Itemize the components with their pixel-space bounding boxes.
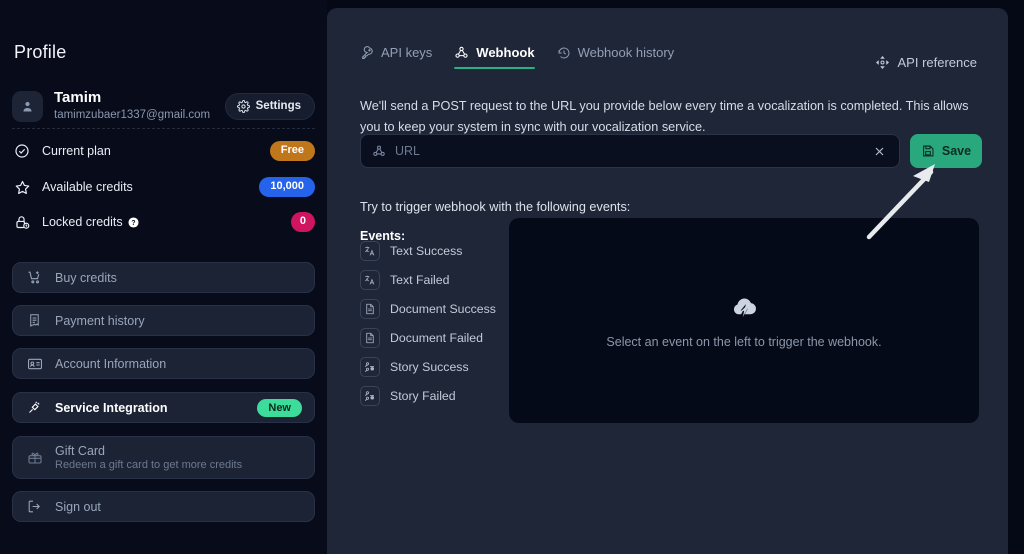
save-button[interactable]: Save [910, 134, 982, 168]
sidebar-item-label: Payment history [55, 313, 145, 328]
settings-button-label: Settings [255, 100, 301, 112]
key-icon [362, 45, 373, 59]
stat-label: Current plan [42, 144, 111, 158]
user-text: Tamim tamimzubaer1337@gmail.com [54, 89, 225, 123]
page-title: Profile [14, 42, 67, 62]
event-label: Story Success [390, 360, 469, 374]
api-icon [875, 55, 889, 70]
tab-api-keys[interactable]: API keys [360, 45, 432, 69]
sidebar-item-label: Service Integration [55, 400, 168, 415]
history-icon [558, 47, 569, 58]
story-users-icon [360, 357, 380, 377]
tab-label: Webhook [476, 45, 535, 60]
tab-bar: API keys Webhook Webhook history [360, 45, 674, 69]
url-input-box[interactable] [360, 134, 900, 168]
id-card-icon [25, 356, 44, 372]
gear-icon [236, 99, 250, 113]
main-panel: API keys Webhook Webhook history API ref… [327, 8, 1008, 554]
stat-label: Available credits [42, 180, 133, 194]
sidebar-item-payment-history[interactable]: Payment history [12, 305, 315, 336]
sidebar-item-buy-credits[interactable]: Buy credits [12, 262, 315, 293]
settings-button[interactable]: Settings [224, 92, 315, 120]
sidebar-item-text: Sign out [55, 500, 302, 514]
receipt-icon [25, 313, 44, 328]
check-circle-icon [12, 143, 32, 159]
tab-webhook[interactable]: Webhook [454, 45, 535, 69]
story-users-icon [360, 386, 380, 406]
locked-credits-badge: 0 [290, 212, 315, 232]
tab-label: Webhook history [577, 45, 675, 60]
sign-out-icon [25, 499, 44, 514]
document-icon [360, 299, 380, 319]
user-profile-row: Tamim tamimzubaer1337@gmail.com Settings [12, 85, 315, 127]
sidebar-item-label: Gift Card [55, 444, 106, 458]
user-icon [23, 101, 32, 111]
stat-label-text: Locked credits [42, 215, 123, 229]
sidebar-item-label: Buy credits [55, 270, 117, 285]
event-label: Text Failed [390, 273, 450, 287]
sidebar-item-gift-card[interactable]: Gift Card Redeem a gift card to get more… [12, 436, 315, 479]
stat-row-locked-credits: Locked credits ? 0 [12, 210, 315, 234]
svg-text:?: ? [131, 219, 135, 226]
sidebar-item-account-information[interactable]: Account Information [12, 348, 315, 379]
webhook-description: We'll send a POST request to the URL you… [360, 99, 969, 134]
stat-label: Locked credits ? [42, 215, 139, 229]
sidebar-divider [12, 128, 315, 129]
available-credits-badge: 10,000 [259, 177, 315, 197]
status-badge: Free [269, 141, 315, 161]
sidebar-item-text: Service Integration [55, 401, 257, 415]
stat-row-available-credits: Available credits 10,000 [12, 175, 315, 199]
translate-icon [360, 270, 380, 290]
user-email: tamimzubaer1337@gmail.com [54, 109, 211, 122]
help-icon[interactable]: ? [128, 216, 139, 228]
star-icon [12, 179, 32, 196]
sidebar-item-label: Account Information [55, 356, 167, 371]
tab-label: API keys [381, 45, 433, 60]
sidebar-item-text: Account Information [55, 357, 302, 371]
event-label: Document Success [390, 302, 496, 316]
event-label: Document Failed [390, 331, 483, 345]
sidebar-item-service-integration[interactable]: Service Integration New [12, 392, 315, 423]
stat-row-current-plan: Current plan Free [12, 139, 315, 163]
clear-url-button[interactable] [871, 145, 888, 158]
close-icon [875, 147, 884, 155]
api-reference-label: API reference [897, 55, 978, 70]
api-reference-link[interactable]: API reference [875, 55, 978, 70]
user-name: Tamim [54, 88, 102, 106]
cloud-lightning-icon [733, 298, 756, 317]
trigger-instruction: Try to trigger webhook with the followin… [360, 200, 631, 214]
avatar [12, 90, 43, 122]
plug-icon [25, 400, 44, 415]
webhook-preview-panel: Select an event on the left to trigger t… [509, 218, 979, 423]
lock-clock-icon [12, 214, 32, 231]
webhook-icon [455, 46, 468, 58]
webhook-icon [373, 145, 385, 156]
sidebar: Profile Tamim tamimzubaer1337@gmail.com … [0, 0, 327, 554]
document-icon [360, 328, 380, 348]
sidebar-item-sublabel: Redeem a gift card to get more credits [55, 459, 243, 471]
cart-plus-icon [25, 270, 44, 285]
sidebar-item-sign-out[interactable]: Sign out [12, 491, 315, 522]
app-root: Profile Tamim tamimzubaer1337@gmail.com … [0, 0, 1024, 554]
tab-webhook-history[interactable]: Webhook history [557, 45, 675, 69]
save-disk-icon [922, 145, 934, 157]
event-label: Text Success [390, 244, 463, 258]
url-row: Save [360, 134, 982, 168]
translate-icon [360, 241, 380, 261]
gift-icon [25, 450, 44, 466]
save-button-label: Save [941, 144, 972, 158]
sidebar-item-text: Payment history [55, 314, 302, 328]
sidebar-item-label: Sign out [55, 499, 101, 514]
event-label: Story Failed [390, 389, 456, 403]
new-badge: New [257, 398, 302, 417]
sidebar-item-text: Gift Card Redeem a gift card to get more… [55, 444, 302, 471]
preview-text: Select an event on the left to trigger t… [606, 334, 882, 349]
url-input[interactable] [395, 144, 871, 158]
sidebar-item-text: Buy credits [55, 271, 302, 285]
